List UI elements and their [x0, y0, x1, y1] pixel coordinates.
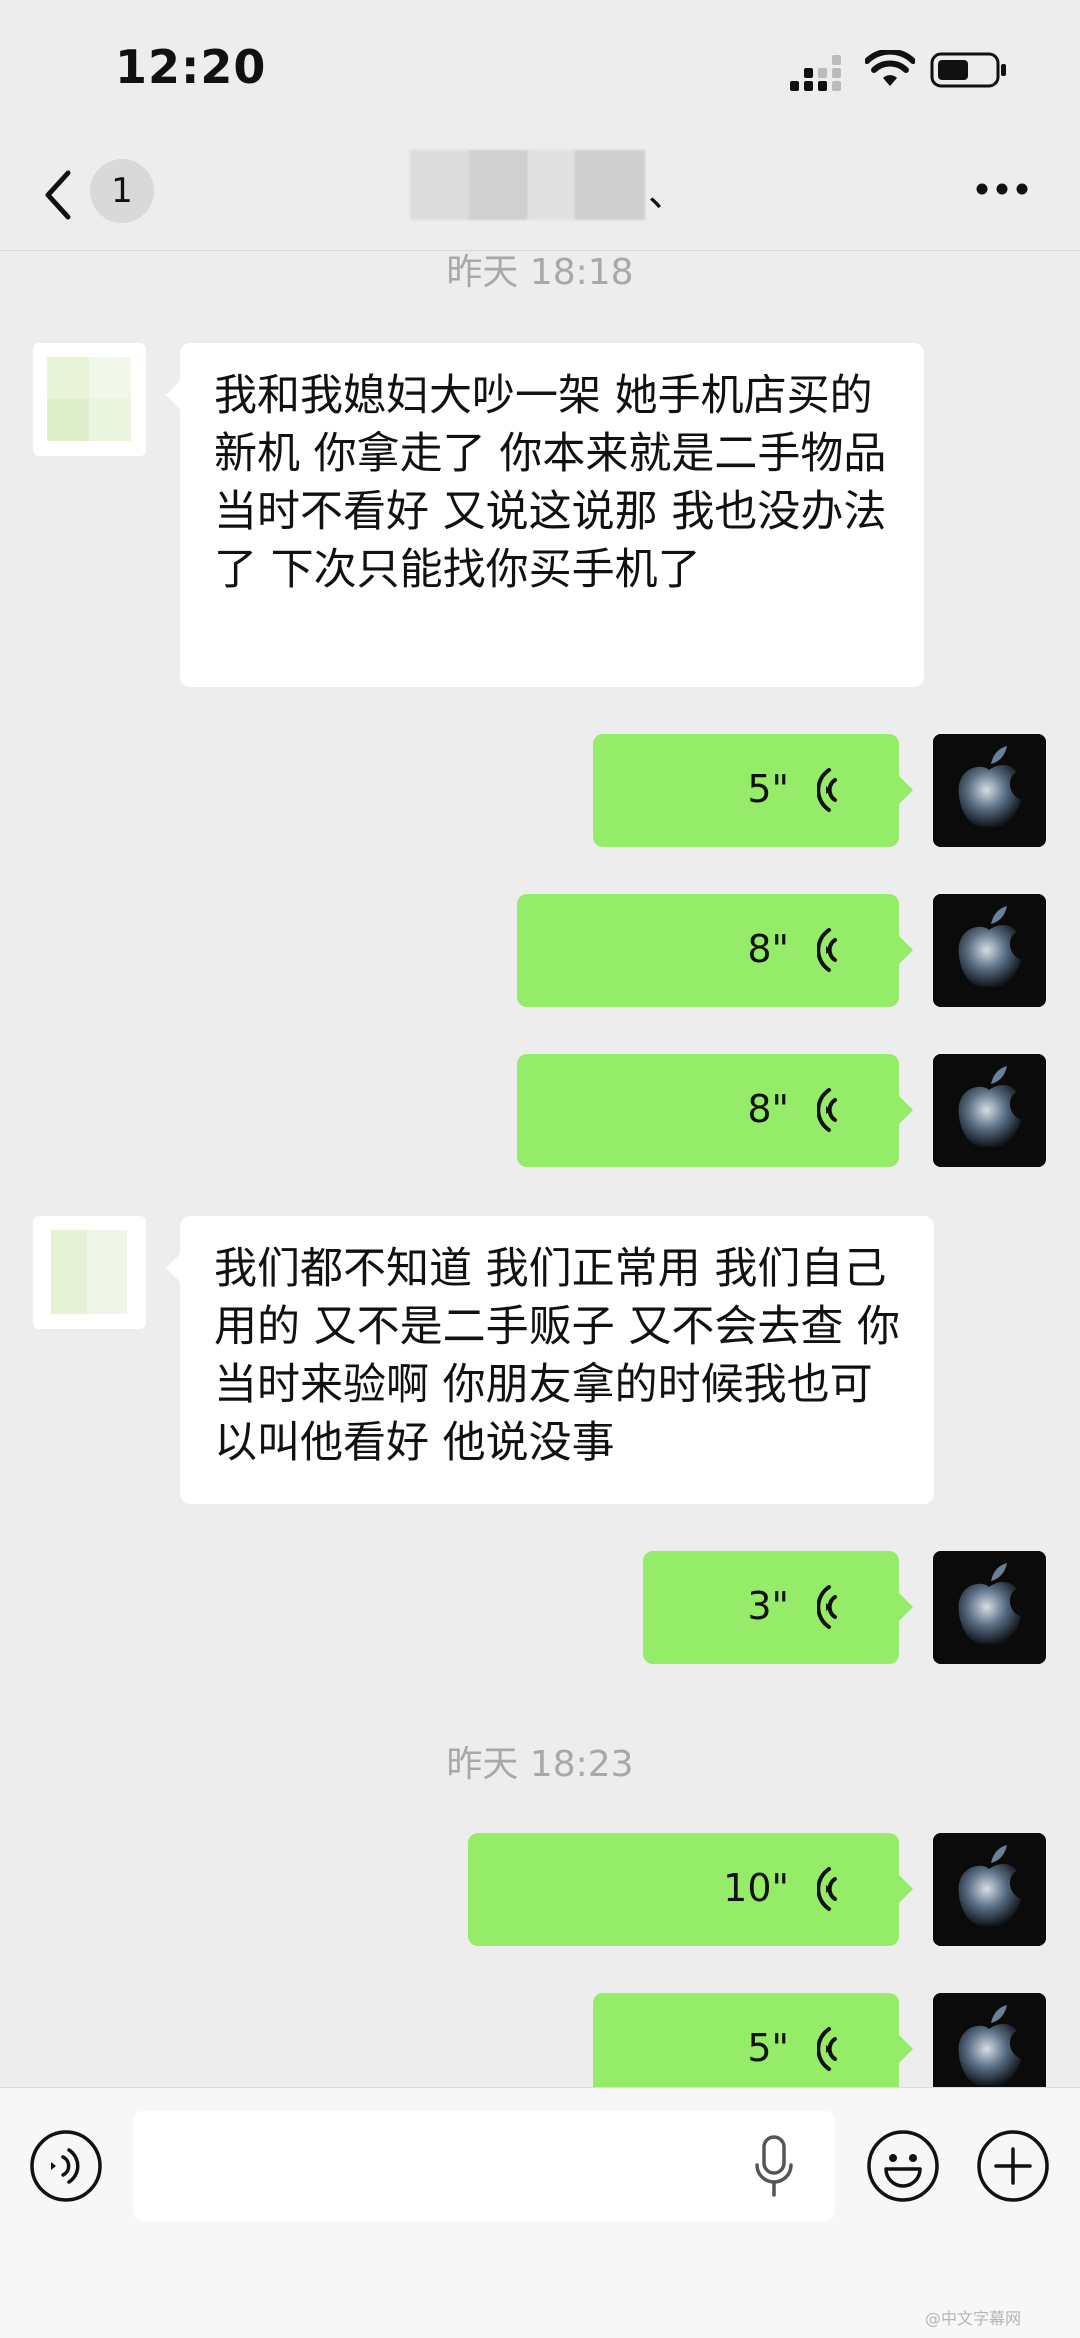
avatar[interactable]: [33, 1216, 146, 1329]
voice-message-bubble[interactable]: 3": [643, 1551, 913, 1664]
avatar[interactable]: [33, 343, 146, 456]
wifi-icon: [865, 50, 915, 86]
voice-duration: 8": [747, 1087, 789, 1131]
voice-message-bubble[interactable]: 8": [517, 894, 913, 1007]
voice-wave-icon: [817, 2027, 837, 2071]
voice-message-bubble[interactable]: 8": [517, 1054, 913, 1167]
self-avatar[interactable]: [933, 1054, 1046, 1167]
battery-icon: [930, 52, 1006, 88]
unread-count-badge[interactable]: 1: [90, 159, 154, 223]
voice-duration: 5": [747, 2026, 789, 2070]
chat-title-redacted: [410, 150, 645, 220]
message-input[interactable]: [134, 2111, 834, 2221]
voice-duration: 5": [747, 767, 789, 811]
message-bubble-text[interactable]: 我和我媳妇大吵一架 她手机店买的新机 你拿走了 你本来就是二手物品 当时不看好 …: [166, 343, 924, 687]
voice-wave-icon: [817, 768, 837, 812]
self-avatar[interactable]: [933, 894, 1046, 1007]
timestamp-separator: 昨天 18:18: [446, 252, 634, 293]
voice-duration: 10": [723, 1866, 789, 1910]
status-time: 12:20: [115, 40, 267, 94]
voice-duration: 8": [747, 927, 789, 971]
voice-wave-icon: [817, 928, 837, 972]
chat-title-suffix: 、: [648, 171, 687, 215]
self-avatar[interactable]: [933, 1551, 1046, 1664]
voice-wave-icon: [817, 1088, 837, 1132]
more-horizontal-icon[interactable]: [975, 182, 1029, 196]
self-avatar[interactable]: [933, 1833, 1046, 1946]
watermark: @中文字幕网: [925, 2309, 1022, 2328]
timestamp-separator: 昨天 18:23: [446, 1744, 634, 1785]
message-bubble-text[interactable]: 我们都不知道 我们正常用 我们自己用的 又不是二手贩子 又不会去查 你当时来验啊…: [166, 1216, 934, 1504]
self-avatar[interactable]: [933, 734, 1046, 847]
voice-message-bubble[interactable]: 5": [593, 734, 913, 847]
status-bar: 12:20: [0, 0, 1080, 140]
voice-message-bubble[interactable]: 10": [468, 1833, 913, 1946]
chat-header: 1 、: [0, 140, 1080, 251]
plus-icon[interactable]: [976, 2129, 1050, 2203]
voice-wave-icon: [817, 1867, 837, 1911]
chat-input-bar: [0, 2087, 1080, 2338]
cellular-signal-icon: [790, 55, 841, 91]
microphone-icon[interactable]: [752, 2133, 796, 2199]
voice-wave-icon: [817, 1585, 837, 1629]
voice-duration: 3": [747, 1584, 789, 1628]
chevron-left-icon[interactable]: [40, 165, 76, 225]
emoji-icon[interactable]: [866, 2129, 940, 2203]
voice-mode-icon[interactable]: [29, 2129, 103, 2203]
